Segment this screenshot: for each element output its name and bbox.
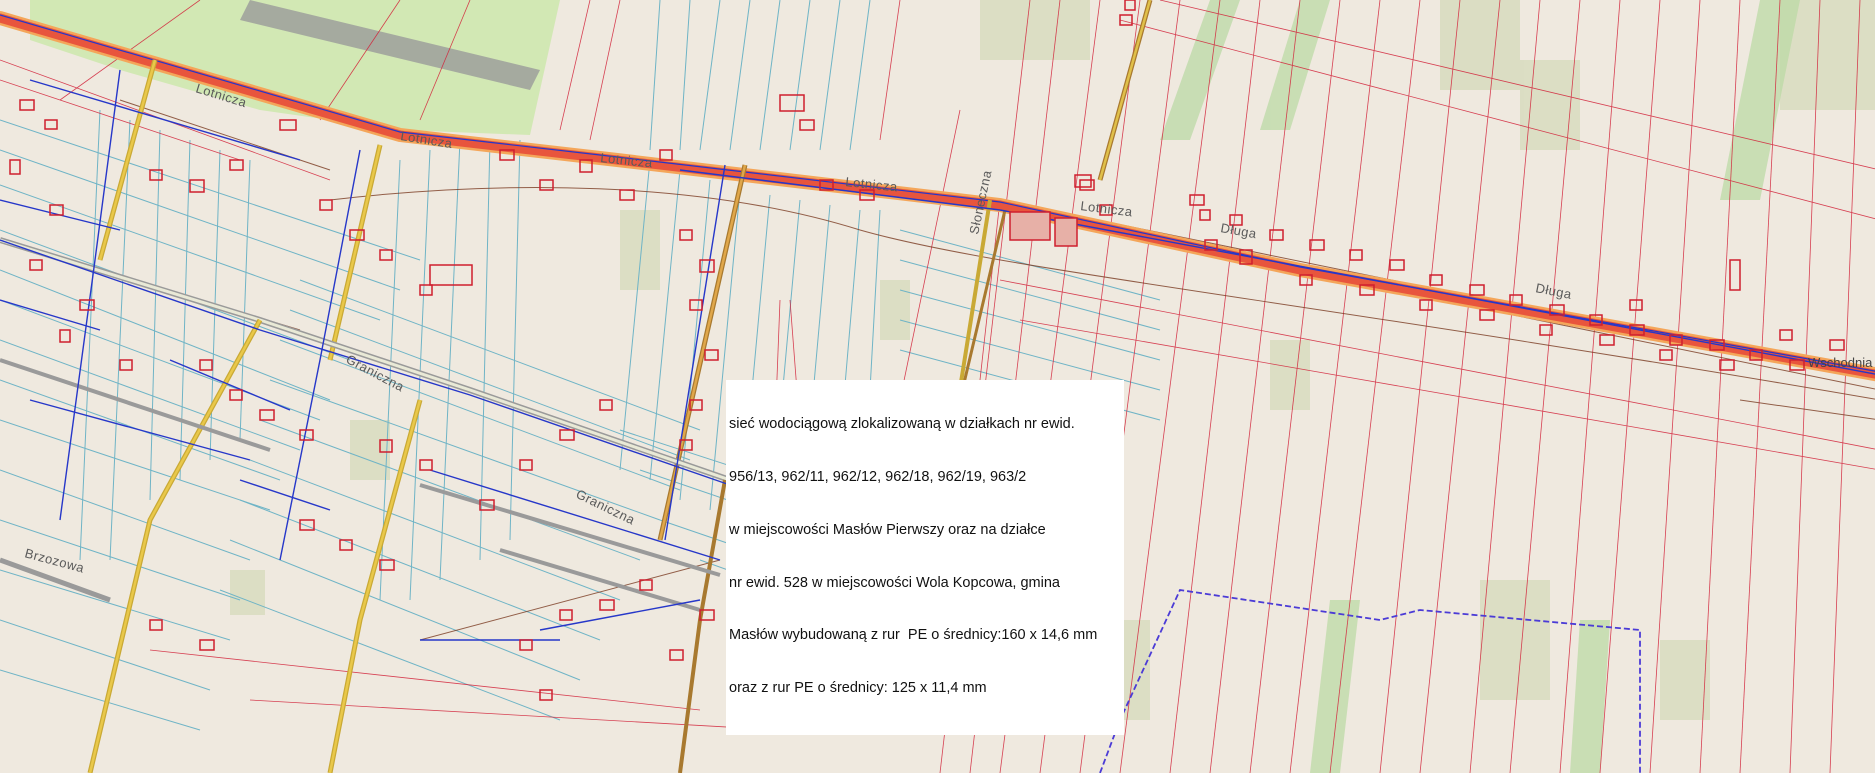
annotation-line-3: w miejscowości Masłów Pierwszy oraz na d… [729,521,1046,538]
annotation-line-5: Masłów wybudowaną z rur PE o średnicy:16… [729,627,1098,644]
annotation-line-6: oraz z rur PE o średnicy: 125 x 11,4 mm [729,680,987,697]
map-view[interactable]: Lotnicza Lotnicza Lotnicza Lotnicza Lotn… [0,0,1875,773]
annotation-line-1: sieć wodociągową zlokalizowaną w działka… [729,416,1075,433]
annotation-line-4: nr ewid. 528 w miejscowości Wola Kopcowa… [729,574,1060,591]
annotation-box: sieć wodociągową zlokalizowaną w działka… [726,380,1124,735]
street-label-wschodnia: Wschodnia [1808,355,1873,370]
annotation-line-2: 956/13, 962/11, 962/12, 962/18, 962/19, … [729,468,1027,485]
